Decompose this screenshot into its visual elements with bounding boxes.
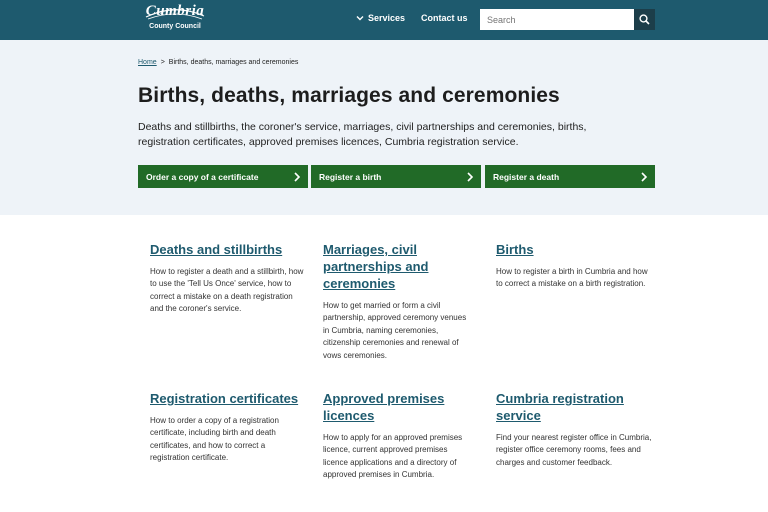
card-description: How to order a copy of a registration ce… (150, 416, 279, 463)
card-registration-service: Cumbria registration service Find your n… (496, 390, 652, 469)
register-death-label: Register a death (493, 171, 560, 182)
logo-subtitle: County Council (149, 23, 201, 30)
card-title-link[interactable]: Registration certificates (150, 390, 305, 407)
breadcrumb: Home > Births, deaths, marriages and cerem… (138, 59, 298, 66)
register-birth-button[interactable]: Register a birth (311, 165, 481, 188)
card-title-link[interactable]: Deaths and stillbirths (150, 241, 305, 258)
card-title-link[interactable]: Marriages, civil partnerships and ceremo… (323, 241, 473, 292)
nav-contact-us[interactable]: Contact us (421, 13, 468, 23)
card-description: How to register a death and a stillbirth… (150, 267, 304, 314)
breadcrumb-home-link[interactable]: Home (138, 59, 157, 66)
breadcrumb-separator: > (160, 59, 165, 66)
register-birth-label: Register a birth (319, 171, 382, 182)
card-registration-certificates: Registration certificates How to order a… (150, 390, 305, 465)
breadcrumb-current: Births, deaths, marriages and ceremonies (168, 59, 299, 66)
card-description: How to register a birth in Cumbria and h… (496, 267, 648, 289)
card-description: How to get married or form a civil partn… (323, 301, 467, 360)
order-certificate-label: Order a copy of a certificate (146, 171, 259, 182)
logo-swoosh-icon (145, 9, 205, 20)
card-description: How to apply for an approved premises li… (323, 433, 463, 480)
chevron-right-icon (641, 171, 648, 182)
card-title-link[interactable]: Cumbria registration service (496, 390, 652, 424)
page-title: Births, deaths, marriages and ceremonies (138, 84, 560, 107)
site-header: Cumbria County Council Services Contact … (0, 0, 768, 40)
search-button[interactable] (634, 9, 655, 30)
chevron-right-icon (294, 171, 301, 182)
card-deaths-stillbirths: Deaths and stillbirths How to register a… (150, 241, 305, 316)
register-death-button[interactable]: Register a death (485, 165, 655, 188)
chevron-right-icon (467, 171, 474, 182)
order-certificate-button[interactable]: Order a copy of a certificate (138, 165, 308, 188)
search-input[interactable] (480, 9, 634, 30)
card-approved-premises: Approved premises licences How to apply … (323, 390, 473, 482)
search-icon (639, 14, 650, 25)
cumbria-logo[interactable]: Cumbria County Council (142, 4, 208, 36)
card-births: Births How to register a birth in Cumbri… (496, 241, 652, 291)
card-marriages: Marriages, civil partnerships and ceremo… (323, 241, 473, 362)
card-description: Find your nearest register office in Cum… (496, 433, 652, 467)
card-title-link[interactable]: Births (496, 241, 652, 258)
nav-services-label: Services (368, 13, 406, 23)
card-title-link[interactable]: Approved premises licences (323, 390, 473, 424)
page-intro: Deaths and stillbirths, the coroner's se… (138, 121, 587, 148)
chevron-down-icon (356, 16, 364, 21)
nav-services[interactable]: Services (356, 13, 405, 23)
